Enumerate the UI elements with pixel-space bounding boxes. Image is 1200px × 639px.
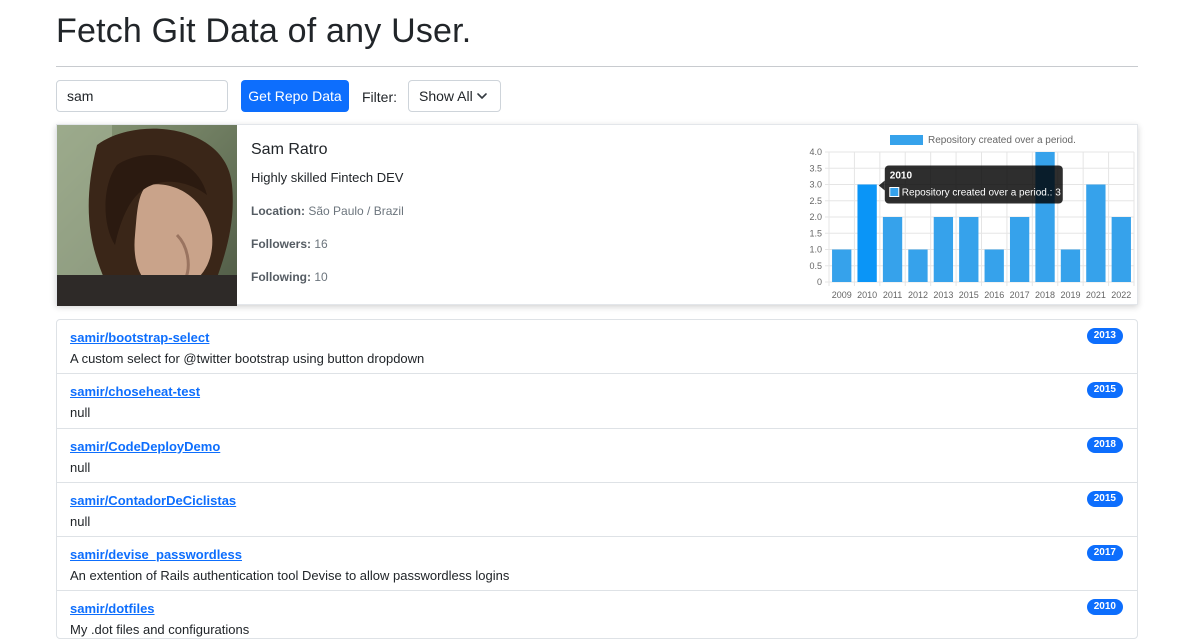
profile-card: Sam Ratro Highly skilled Fintech DEV Loc… xyxy=(56,124,1138,306)
x-tick-label: 2018 xyxy=(1035,290,1055,300)
repo-link[interactable]: samir/devise_passwordless xyxy=(70,547,242,562)
y-tick-label: 2.0 xyxy=(809,212,822,222)
chart-svg: Repository created over a period. 4.0 3.5 3… xyxy=(809,135,1135,300)
repo-list-item: samir/devise_passwordless An extention of… xyxy=(57,537,1137,592)
tooltip-swatch xyxy=(889,187,900,197)
y-tick-label: 1.0 xyxy=(809,245,822,255)
x-tick-label: 2010 xyxy=(857,290,877,300)
repo-link[interactable]: samir/choseheat-test xyxy=(70,384,200,399)
location-label: Location: xyxy=(251,204,305,218)
repo-list-item: samir/ContadorDeCiclistas null 2015 xyxy=(57,483,1137,538)
bar-2016 xyxy=(984,249,1004,282)
repo-link[interactable]: samir/ContadorDeCiclistas xyxy=(70,493,236,508)
bar-2012 xyxy=(908,249,928,282)
profile-following: Following: 10 xyxy=(251,270,328,284)
followers-value: 16 xyxy=(314,237,328,251)
repo-list-item: samir/bootstrap-select A custom select fo… xyxy=(57,320,1137,375)
repo-year-badge: 2013 xyxy=(1086,328,1123,344)
repo-list-item: samir/choseheat-test null 2015 xyxy=(57,374,1137,429)
repo-year-badge: 2017 xyxy=(1086,545,1123,562)
x-tick-label: 2022 xyxy=(1111,290,1131,300)
bar-2015 xyxy=(959,217,979,282)
title-divider xyxy=(56,66,1138,67)
bar-2019 xyxy=(1060,249,1081,282)
repo-description: An extention of Rails authentication too… xyxy=(70,568,510,584)
tooltip-title: 2010 xyxy=(890,171,913,182)
profile-location: Location: São Paulo / Brazil xyxy=(251,204,404,218)
repo-list-item: samir/dotfiles My .dot files and configur… xyxy=(57,591,1137,638)
legend-label: Repository created over a period. xyxy=(928,135,1076,146)
repo-year-badge: 2010 xyxy=(1086,599,1123,616)
bar-2009 xyxy=(832,249,852,282)
y-tick-label: 2.5 xyxy=(809,196,822,206)
y-tick-label: 0 xyxy=(817,277,822,287)
x-tick-label: 2012 xyxy=(908,290,928,300)
repo-description: null xyxy=(70,513,91,529)
y-tick-label: 0.5 xyxy=(809,261,822,271)
y-tick-label: 3.0 xyxy=(809,180,822,190)
followers-label: Followers: xyxy=(251,237,312,251)
y-tick-label: 3.5 xyxy=(809,163,822,173)
repo-list-item: samir/CodeDeployDemo null 2018 xyxy=(57,429,1137,483)
page: Fetch Git Data of any User. Get Repo Dat… xyxy=(0,0,1200,639)
location-value: São Paulo / Brazil xyxy=(308,204,404,218)
x-tick-label: 2009 xyxy=(832,290,852,300)
repo-description: null xyxy=(70,459,91,475)
y-tick-label: 4.0 xyxy=(809,147,822,157)
repo-year-chart: Repository created over a period. 4.0 3.5 3… xyxy=(787,127,1137,305)
profile-followers: Followers: 16 xyxy=(251,237,328,251)
bar-2021 xyxy=(1086,184,1106,282)
chevron-down-icon xyxy=(477,93,487,99)
repo-year-badge: 2015 xyxy=(1086,490,1123,507)
repo-description: My .dot files and configurations xyxy=(70,622,250,638)
x-tick-label: 2016 xyxy=(984,290,1004,300)
repo-link[interactable]: samir/dotfiles xyxy=(70,601,155,616)
bar-2011 xyxy=(882,217,903,282)
repo-list: samir/bootstrap-select A custom select fo… xyxy=(56,319,1138,639)
x-tick-label: 2019 xyxy=(1060,290,1080,300)
profile-name: Sam Ratro xyxy=(251,141,328,158)
repo-link[interactable]: samir/CodeDeployDemo xyxy=(70,439,220,454)
bar-2017 xyxy=(1009,217,1030,282)
profile-bio: Highly skilled Fintech DEV xyxy=(251,170,404,185)
bar-2013 xyxy=(933,217,954,282)
bar-2022 xyxy=(1111,217,1131,282)
following-value: 10 xyxy=(314,270,328,284)
x-tick-label: 2013 xyxy=(933,290,953,300)
avatar xyxy=(57,125,237,306)
username-search-input[interactable] xyxy=(56,80,228,112)
legend-swatch xyxy=(890,135,923,145)
y-tick-label: 1.5 xyxy=(809,228,822,238)
repo-year-badge: 2018 xyxy=(1086,436,1123,453)
tooltip-label: Repository created over a period.: 3 xyxy=(902,188,1061,199)
x-tick-label: 2017 xyxy=(1010,290,1030,300)
bar-2010 xyxy=(857,184,877,282)
x-tick-label: 2015 xyxy=(959,290,979,300)
filter-selected-value: Show All xyxy=(419,88,473,104)
get-repo-data-button[interactable]: Get Repo Data xyxy=(241,80,349,112)
filter-label: Filter: xyxy=(362,89,397,105)
filter-select[interactable]: Show All xyxy=(408,80,501,112)
repo-year-badge: 2015 xyxy=(1086,382,1123,399)
repo-link[interactable]: samir/bootstrap-select xyxy=(70,330,209,345)
x-tick-label: 2021 xyxy=(1086,290,1106,300)
x-tick-label: 2011 xyxy=(883,290,902,300)
repo-description: A custom select for @twitter bootstrap u… xyxy=(70,351,425,366)
page-title: Fetch Git Data of any User. xyxy=(56,12,472,50)
following-label: Following: xyxy=(251,270,311,284)
repo-description: null xyxy=(70,405,91,421)
